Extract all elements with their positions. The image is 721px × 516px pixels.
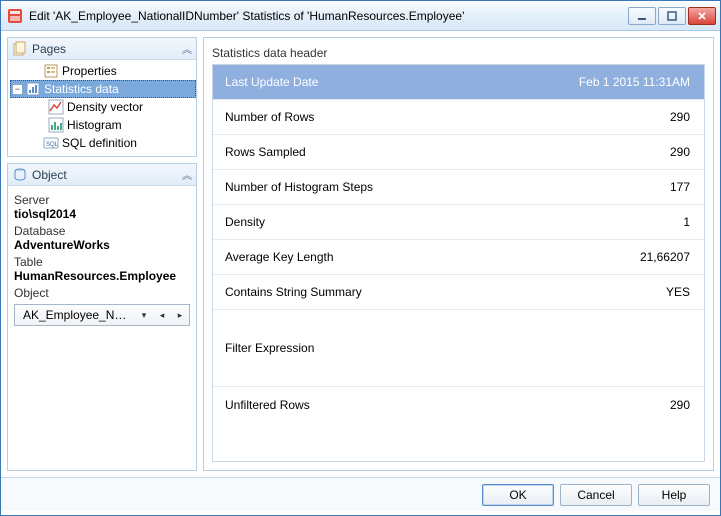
object-icon xyxy=(12,167,28,183)
grid-row-density[interactable]: Density 1 xyxy=(213,205,704,240)
server-label: Server xyxy=(14,193,190,207)
grid-value: YES xyxy=(413,285,704,299)
help-button[interactable]: Help xyxy=(638,484,710,506)
grid-row-filter-expression[interactable]: Filter Expression xyxy=(213,310,704,387)
grid-row-last-update[interactable]: Last Update Date Feb 1 2015 11:31AM xyxy=(213,65,704,100)
server-value: tio\sql2014 xyxy=(14,207,190,221)
ok-button[interactable]: OK xyxy=(482,484,554,506)
grid-value: 290 xyxy=(413,145,704,159)
svg-text:SQL: SQL xyxy=(46,142,59,148)
close-button[interactable] xyxy=(688,7,716,25)
object-panel: Object ︽ Server tio\sql2014 Database Adv… xyxy=(7,163,197,471)
app-icon xyxy=(7,8,23,24)
grid-row-string-summary[interactable]: Contains String Summary YES xyxy=(213,275,704,310)
histogram-icon xyxy=(48,117,64,133)
nav-prev-icon[interactable]: ◂ xyxy=(155,307,169,323)
grid-name: Last Update Date xyxy=(213,75,413,89)
tree-item-label: SQL definition xyxy=(62,136,137,150)
object-selector[interactable]: AK_Employee_Natio... ▾ ◂ ▸ xyxy=(14,304,190,326)
grid-value: 1 xyxy=(413,215,704,229)
grid-value: Feb 1 2015 11:31AM xyxy=(413,75,704,89)
tree-item-label: Properties xyxy=(62,64,117,78)
nav-next-icon[interactable]: ▸ xyxy=(173,307,187,323)
pages-panel-title: Pages xyxy=(32,42,182,56)
properties-icon xyxy=(43,63,59,79)
tree-item-density-vector[interactable]: Density vector xyxy=(10,98,196,116)
grid-row-avg-key-length[interactable]: Average Key Length 21,66207 xyxy=(213,240,704,275)
tree-item-label: Density vector xyxy=(67,100,143,114)
pages-panel: Pages ︽ Properties − Statistics data Den… xyxy=(7,37,197,157)
grid-row-rows-sampled[interactable]: Rows Sampled 290 xyxy=(213,135,704,170)
collapse-chevron-icon[interactable]: ︽ xyxy=(182,167,192,182)
grid-value: 21,66207 xyxy=(413,250,704,264)
grid-name: Average Key Length xyxy=(213,250,413,264)
left-column: Pages ︽ Properties − Statistics data Den… xyxy=(7,37,197,471)
density-vector-icon xyxy=(48,99,64,115)
cancel-button[interactable]: Cancel xyxy=(560,484,632,506)
section-title: Statistics data header xyxy=(212,46,705,60)
tree-spacer xyxy=(30,66,41,77)
window-buttons xyxy=(628,7,716,25)
grid-name: Number of Rows xyxy=(213,110,413,124)
grid-row-histogram-steps[interactable]: Number of Histogram Steps 177 xyxy=(213,170,704,205)
grid-value: 290 xyxy=(413,398,704,412)
tree-expander-icon[interactable]: − xyxy=(12,84,23,95)
pages-panel-header[interactable]: Pages ︽ xyxy=(8,38,196,60)
tree-item-statistics-data[interactable]: − Statistics data xyxy=(10,80,196,98)
statistics-icon xyxy=(25,81,41,97)
database-value: AdventureWorks xyxy=(14,238,190,252)
grid-name: Density xyxy=(213,215,413,229)
tree-item-label: Histogram xyxy=(67,118,122,132)
dropdown-arrow-icon[interactable]: ▾ xyxy=(137,307,151,323)
maximize-button[interactable] xyxy=(658,7,686,25)
grid-name: Rows Sampled xyxy=(213,145,413,159)
main-panel: Statistics data header Last Update Date … xyxy=(203,37,714,471)
tree-item-histogram[interactable]: Histogram xyxy=(10,116,196,134)
stats-grid: Last Update Date Feb 1 2015 11:31AM Numb… xyxy=(212,64,705,462)
tree-item-label: Statistics data xyxy=(44,82,119,96)
button-label: OK xyxy=(509,488,526,502)
window-title: Edit 'AK_Employee_NationalIDNumber' Stat… xyxy=(29,9,628,23)
grid-value: 290 xyxy=(413,110,704,124)
tree-item-sql-definition[interactable]: SQL SQL definition xyxy=(10,134,196,152)
grid-value: 177 xyxy=(413,180,704,194)
object-panel-body: Server tio\sql2014 Database AdventureWor… xyxy=(8,186,196,334)
client-area: Pages ︽ Properties − Statistics data Den… xyxy=(1,31,720,477)
button-label: Cancel xyxy=(577,488,614,502)
collapse-chevron-icon[interactable]: ︽ xyxy=(182,41,192,56)
minimize-button[interactable] xyxy=(628,7,656,25)
pages-tree: Properties − Statistics data Density vec… xyxy=(8,60,196,156)
tree-spacer xyxy=(30,138,41,149)
grid-row-number-of-rows[interactable]: Number of Rows 290 xyxy=(213,100,704,135)
tree-item-properties[interactable]: Properties xyxy=(10,62,196,80)
grid-name: Unfiltered Rows xyxy=(213,398,413,412)
table-label: Table xyxy=(14,255,190,269)
dialog-footer: OK Cancel Help xyxy=(1,477,720,511)
object-label: Object xyxy=(14,286,190,300)
database-label: Database xyxy=(14,224,190,238)
object-panel-title: Object xyxy=(32,168,182,182)
title-bar: Edit 'AK_Employee_NationalIDNumber' Stat… xyxy=(1,1,720,31)
object-panel-header[interactable]: Object ︽ xyxy=(8,164,196,186)
grid-row-unfiltered-rows[interactable]: Unfiltered Rows 290 xyxy=(213,387,704,422)
table-value: HumanResources.Employee xyxy=(14,269,190,283)
grid-name: Contains String Summary xyxy=(213,285,413,299)
button-label: Help xyxy=(662,488,687,502)
grid-name: Filter Expression xyxy=(213,341,413,355)
pages-icon xyxy=(12,41,28,57)
grid-name: Number of Histogram Steps xyxy=(213,180,413,194)
object-selector-text: AK_Employee_Natio... xyxy=(23,308,133,322)
sql-icon: SQL xyxy=(43,135,59,151)
